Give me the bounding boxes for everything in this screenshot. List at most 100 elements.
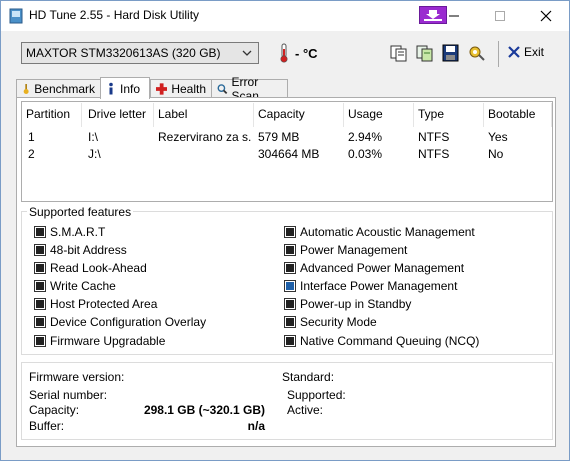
tab-health[interactable]: Health xyxy=(150,79,212,98)
feature-aam: Automatic Acoustic Management xyxy=(284,225,475,239)
close-icon xyxy=(540,10,552,22)
table-cell: Rezervirano za s... xyxy=(158,130,252,144)
exit-button[interactable]: Exit xyxy=(508,45,544,59)
feature-firmware-upgradable: Firmware Upgradable xyxy=(34,334,165,348)
temperature-display: - °C xyxy=(279,43,318,63)
feature-checkbox xyxy=(34,244,46,256)
feature-checkbox xyxy=(34,226,46,238)
feature-label: 48-bit Address xyxy=(50,243,127,257)
app-window: HD Tune 2.55 - Hard Disk Utility MAXTOR … xyxy=(0,0,570,461)
table-cell: 2 xyxy=(28,147,35,161)
feature-checkbox xyxy=(284,244,296,256)
info-panel: Partition Drive letter Label Capacity Us… xyxy=(16,97,556,447)
maximize-button[interactable] xyxy=(477,1,523,31)
feature-smart: S.M.A.R.T xyxy=(34,225,105,239)
table-cell: NTFS xyxy=(418,130,450,144)
feature-label: Read Look-Ahead xyxy=(50,261,147,275)
minimize-icon xyxy=(449,15,459,17)
column-header[interactable]: Partition xyxy=(22,103,82,127)
table-cell: 304664 MB xyxy=(258,147,320,161)
tab-error-scan[interactable]: Error Scan xyxy=(211,75,288,103)
benchmark-icon xyxy=(23,84,29,94)
app-icon xyxy=(9,8,23,24)
temperature-value: - °C xyxy=(295,45,318,61)
copy-all-icon[interactable] xyxy=(415,44,435,62)
feature-checkbox xyxy=(34,262,46,274)
minimize-button[interactable] xyxy=(431,1,477,31)
tab-health-label: Health xyxy=(171,82,206,96)
save-icon[interactable] xyxy=(441,44,461,62)
feature-write-cache: Write Cache xyxy=(34,279,116,293)
feature-checkbox xyxy=(34,335,46,347)
column-header[interactable]: Capacity xyxy=(254,103,344,127)
feature-label: Interface Power Management xyxy=(300,279,458,293)
feature-label: Automatic Acoustic Management xyxy=(300,225,475,239)
active-label: Active: xyxy=(287,403,324,417)
feature-checkbox xyxy=(284,316,296,328)
supported-label: Supported: xyxy=(287,388,346,402)
table-cell: Yes xyxy=(488,130,508,144)
title-bar: HD Tune 2.55 - Hard Disk Utility xyxy=(1,1,569,31)
feature-label: Device Configuration Overlay xyxy=(50,315,207,329)
column-header[interactable]: Bootable xyxy=(484,103,552,127)
close-button[interactable] xyxy=(523,1,569,31)
info-icon xyxy=(109,82,113,94)
thermometer-icon xyxy=(280,43,288,63)
feature-checkbox xyxy=(34,280,46,292)
tab-info[interactable]: Info xyxy=(100,77,150,99)
column-header[interactable]: Type xyxy=(414,103,484,127)
feature-label: Native Command Queuing (NCQ) xyxy=(300,334,480,348)
feature-dco: Device Configuration Overlay xyxy=(34,315,206,329)
partition-table[interactable]: Partition Drive letter Label Capacity Us… xyxy=(21,101,553,202)
standard-label: Standard: xyxy=(282,370,335,384)
supported-features-title: Supported features xyxy=(27,205,134,219)
feature-checkbox-partial xyxy=(284,280,296,292)
feature-48bit: 48-bit Address xyxy=(34,243,127,257)
table-cell: No xyxy=(488,147,504,161)
feature-checkbox xyxy=(34,298,46,310)
feature-label: Security Mode xyxy=(300,315,377,329)
feature-label: Firmware Upgradable xyxy=(50,334,166,348)
copy-icon[interactable] xyxy=(389,44,409,62)
feature-label: Advanced Power Management xyxy=(300,261,465,275)
feature-checkbox xyxy=(284,262,296,274)
exit-label: Exit xyxy=(524,45,545,59)
drive-select[interactable]: MAXTOR STM3320613AS (320 GB) xyxy=(21,42,259,64)
table-cell: I:\ xyxy=(88,130,99,144)
table-cell: NTFS xyxy=(418,147,450,161)
feature-power-management: Power Management xyxy=(284,243,407,257)
drive-select-value: MAXTOR STM3320613AS (320 GB) xyxy=(26,46,221,60)
feature-checkbox xyxy=(284,298,296,310)
tab-benchmark[interactable]: Benchmark xyxy=(16,79,101,98)
tab-info-label: Info xyxy=(120,81,141,96)
health-cross-icon xyxy=(156,83,168,95)
buffer-value: n/a xyxy=(247,419,265,433)
feature-label: Power-up in Standby xyxy=(300,297,412,311)
table-cell: 0.03% xyxy=(348,147,383,161)
feature-label: Host Protected Area xyxy=(50,297,158,311)
buffer-label: Buffer: xyxy=(29,419,65,433)
magnifier-icon xyxy=(217,84,228,95)
serial-label: Serial number: xyxy=(29,388,108,402)
feature-interface-power-management: Interface Power Management xyxy=(284,279,457,293)
column-header[interactable]: Usage xyxy=(344,103,414,127)
feature-read-look-ahead: Read Look-Ahead xyxy=(34,261,147,275)
column-header[interactable]: Drive letter xyxy=(84,103,154,127)
capacity-label: Capacity: xyxy=(29,403,80,417)
feature-label: Write Cache xyxy=(50,279,116,293)
toolbar-separator xyxy=(498,41,499,67)
window-title: HD Tune 2.55 - Hard Disk Utility xyxy=(29,8,200,22)
toolbar: MAXTOR STM3320613AS (320 GB) - °C Exit xyxy=(1,31,569,75)
feature-checkbox xyxy=(284,335,296,347)
chevron-down-icon xyxy=(242,50,252,56)
feature-apm: Advanced Power Management xyxy=(284,261,464,275)
table-cell: 579 MB xyxy=(258,130,300,144)
feature-host-protected-area: Host Protected Area xyxy=(34,297,157,311)
column-header[interactable]: Label xyxy=(154,103,254,127)
feature-power-up-standby: Power-up in Standby xyxy=(284,297,411,311)
options-icon[interactable] xyxy=(467,44,487,62)
feature-checkbox xyxy=(34,316,46,328)
table-cell: 2.94% xyxy=(348,130,383,144)
feature-label: S.M.A.R.T xyxy=(50,225,106,239)
feature-ncq: Native Command Queuing (NCQ) xyxy=(284,334,479,348)
